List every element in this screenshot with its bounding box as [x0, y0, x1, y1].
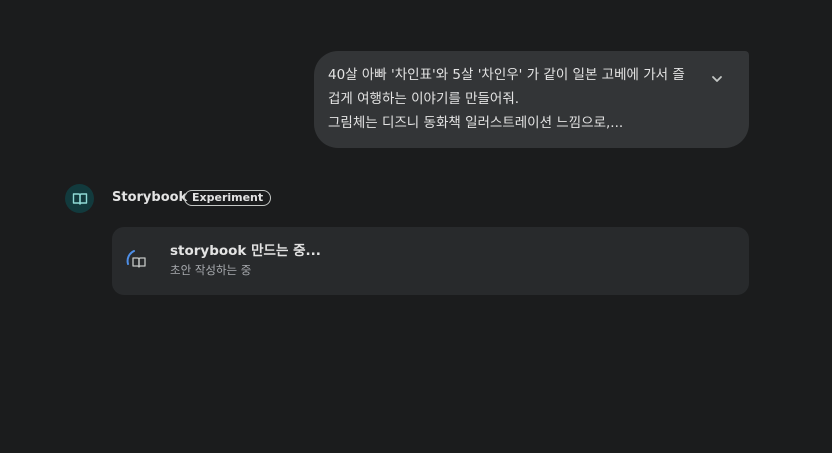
user-message-bubble: 40살 아빠 '차인표'와 5살 '차인우' 가 같이 일본 고베에 가서 즐 … — [314, 51, 749, 148]
storybook-name: Storybook — [112, 190, 188, 205]
loading-book-icon — [126, 250, 146, 268]
progress-subtitle: 초안 작성하는 중 — [170, 263, 252, 277]
book-icon — [72, 192, 87, 205]
chat-page: 40살 아빠 '차인표'와 5살 '차인우' 가 같이 일본 고베에 가서 즐 … — [0, 0, 832, 453]
storybook-avatar — [65, 184, 94, 213]
storybook-progress-card: storybook 만드는 중... 초안 작성하는 중 — [112, 227, 749, 295]
user-message-line: 그림체는 디즈니 동화책 일러스트레이션 느낌으로,... — [328, 115, 624, 131]
expand-message-button[interactable] — [707, 69, 727, 89]
experiment-badge: Experiment — [184, 190, 272, 206]
progress-title: storybook 만드는 중... — [170, 243, 321, 259]
chevron-down-icon — [712, 76, 722, 82]
user-message-line: 40살 아빠 '차인표'와 5살 '차인우' 가 같이 일본 고베에 가서 즐 — [328, 67, 685, 83]
user-message-line: 겁게 여행하는 이야기를 만들어줘. — [328, 91, 520, 107]
